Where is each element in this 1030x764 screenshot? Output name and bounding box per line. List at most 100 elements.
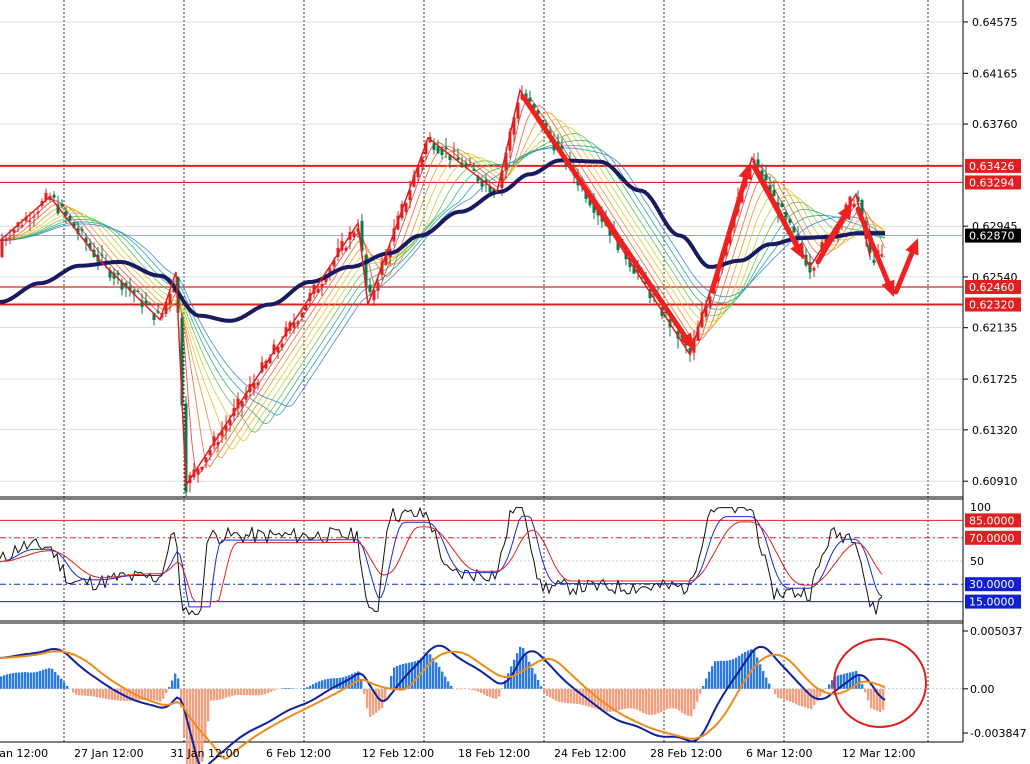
macd-histogram-bar [225, 688, 228, 698]
macd-histogram-bar [252, 688, 255, 696]
macd-histogram-bar [264, 688, 267, 695]
macd-histogram-bar [537, 679, 540, 689]
macd-histogram-bar [45, 668, 48, 689]
candle-body [316, 288, 320, 293]
oscillator-level-label: 15.0000 [969, 596, 1015, 609]
macd-histogram-bar [684, 688, 687, 715]
macd-histogram-bar [567, 688, 570, 704]
macd-histogram-bar [435, 662, 438, 689]
macd-histogram-bar [159, 688, 162, 702]
macd-histogram-bar [873, 688, 876, 710]
macd-histogram-bar [666, 688, 669, 710]
macd-histogram-bar [624, 688, 627, 709]
macd-histogram-bar [210, 688, 213, 701]
macd-histogram-bar [168, 687, 171, 689]
candle-body [204, 457, 208, 463]
macd-histogram-bar [867, 688, 870, 701]
macd-histogram-bar [312, 684, 315, 689]
macd-histogram-bar [315, 682, 318, 689]
macd-histogram-bar [603, 688, 606, 712]
candle-body [80, 229, 84, 231]
macd-histogram-bar [879, 688, 882, 713]
macd-histogram-bar [36, 671, 39, 689]
macd-histogram-bar [204, 688, 207, 742]
macd-histogram-bar [792, 688, 795, 703]
candle-body [32, 216, 36, 218]
macd-histogram-bar [837, 675, 840, 689]
macd-histogram-bar [261, 688, 264, 695]
macd-histogram-bar [156, 688, 159, 701]
macd-histogram-bar [480, 688, 483, 694]
macd-histogram-bar [174, 673, 177, 689]
macd-histogram-bar [381, 688, 384, 709]
macd-histogram-bar [63, 682, 66, 689]
macd-histogram-bar [519, 646, 522, 689]
candle-body [872, 259, 876, 263]
candle-body [756, 159, 760, 165]
macd-histogram-bar [96, 688, 99, 698]
macd-histogram-bar [450, 685, 453, 689]
candle-body [0, 238, 4, 257]
macd-histogram-bar [33, 672, 36, 689]
macd-histogram-bar [810, 688, 813, 710]
macd-histogram-bar [153, 688, 156, 701]
candle-body [788, 218, 792, 224]
candle-body [116, 272, 120, 275]
time-axis-label: 12 Mar 12:00 [842, 747, 915, 760]
macd-histogram-bar [648, 688, 651, 715]
macd-histogram-bar [699, 688, 702, 694]
candle-body [52, 194, 56, 198]
macd-histogram-bar [390, 676, 393, 689]
candle-body [216, 442, 220, 446]
macd-histogram-bar [693, 688, 696, 710]
macd-histogram-bar [486, 688, 489, 697]
candle-body [444, 147, 448, 150]
macd-histogram-bar [675, 688, 678, 710]
macd-histogram-bar [768, 683, 771, 689]
macd-histogram-bar [3, 675, 6, 689]
macd-histogram-bar [639, 688, 642, 712]
macd-histogram-bar [546, 688, 549, 697]
candle-body [28, 221, 32, 223]
candle-body [452, 150, 456, 152]
macd-histogram-bar [447, 681, 450, 689]
macd-histogram-bar [606, 688, 609, 712]
macd-histogram-bar [483, 688, 486, 695]
candle-body [200, 466, 204, 470]
macd-histogram-bar [423, 656, 426, 689]
candle-body [812, 268, 816, 271]
macd-histogram-bar [321, 680, 324, 689]
macd-histogram-bar [870, 688, 873, 709]
candle-body [780, 203, 784, 208]
macd-histogram-bar [57, 675, 60, 689]
macd-histogram-bar [561, 688, 564, 703]
macd-histogram-bar [90, 688, 93, 697]
macd-histogram-bar [705, 678, 708, 689]
macd-histogram-bar [99, 688, 102, 698]
price-axis-label: 0.61725 [972, 373, 1018, 386]
candle-body [144, 300, 148, 304]
macd-histogram-bar [621, 688, 624, 710]
macd-histogram-bar [789, 688, 792, 702]
macd-histogram-bar [51, 668, 54, 689]
macd-histogram-bar [627, 688, 630, 709]
candle-body [852, 203, 856, 207]
macd-histogram-bar [498, 688, 501, 697]
macd-histogram-bar [246, 688, 249, 696]
macd-histogram-bar [489, 688, 492, 698]
macd-histogram-bar [669, 688, 672, 709]
forex-chart[interactable]: 0.645750.641650.637600.629450.625400.621… [0, 0, 1030, 764]
macd-histogram-bar [216, 688, 219, 701]
macd-histogram-bar [762, 671, 765, 689]
macd-histogram-bar [438, 666, 441, 689]
macd-histogram-bar [150, 688, 153, 700]
candle-body [20, 225, 24, 227]
level-tag-label: 0.63426 [969, 160, 1015, 173]
macd-histogram-bar [207, 688, 210, 722]
macd-histogram-bar [861, 684, 864, 689]
macd-histogram-bar [327, 678, 330, 689]
macd-axis-label: 0.005037 [970, 625, 1023, 638]
macd-histogram-bar [213, 688, 216, 701]
macd-histogram-bar [84, 688, 87, 696]
candle-body [8, 238, 12, 240]
